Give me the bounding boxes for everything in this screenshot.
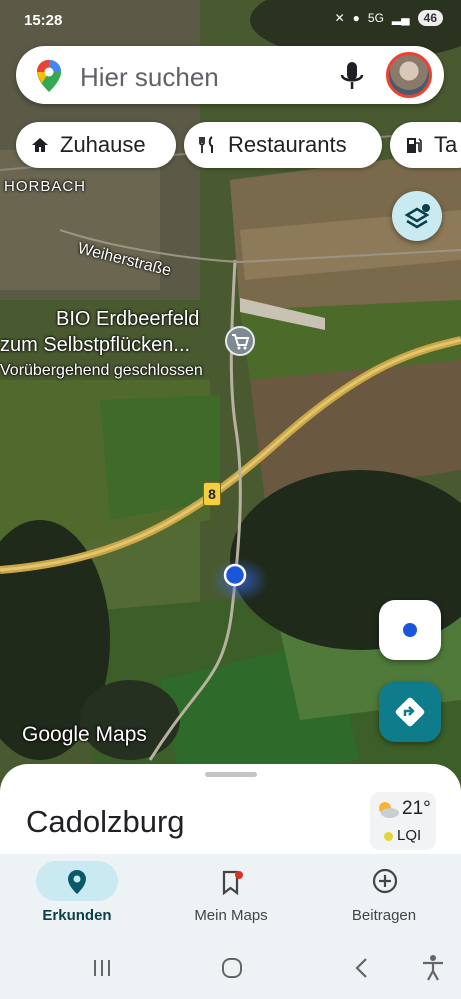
map-label-poi-name-line2[interactable]: zum Selbstpflücken... <box>0 334 190 357</box>
nav-explore-indicator <box>36 861 118 901</box>
search-bar[interactable]: Hier suchen <box>16 46 444 104</box>
status-time: 15:28 <box>24 12 63 29</box>
profile-avatar[interactable] <box>386 52 432 98</box>
air-quality-dot <box>384 832 393 841</box>
gas-station-icon <box>407 138 422 153</box>
chip-restaurants-label: Restaurants <box>228 132 347 157</box>
nav-contribute[interactable]: Beitragen <box>309 854 459 924</box>
map-label-village: HORBACH <box>4 178 87 195</box>
maps-pin-icon <box>37 60 61 92</box>
current-location-dot <box>223 563 247 587</box>
chip-restaurants[interactable]: Restaurants <box>184 122 382 168</box>
nav-my-maps-label: Mein Maps <box>194 907 268 924</box>
nav-contribute-label: Beitragen <box>351 907 417 924</box>
google-maps-watermark: Google Maps <box>22 723 147 746</box>
weather-temperature: 21° <box>402 798 431 819</box>
weather-card[interactable]: 21° LQI <box>370 792 436 850</box>
map-label-poi-name-line1[interactable]: BIO Erdbeerfeld <box>56 308 199 331</box>
search-input[interactable]: Hier suchen <box>80 62 219 93</box>
chip-home-label: Zuhause <box>60 132 146 157</box>
restaurant-icon <box>199 136 213 153</box>
map-label-poi-status: Vorübergehend geschlossen <box>0 362 203 379</box>
nav-explore[interactable]: Erkunden <box>2 854 152 924</box>
layers-button[interactable] <box>392 191 442 241</box>
status-bar: 15:28 ✕ ● 5G ▂▄ 46 <box>0 0 461 40</box>
air-quality-label: LQI <box>397 827 422 844</box>
system-navigation-bar <box>0 946 461 999</box>
bottom-navigation: Erkunden Mein Maps Beitragen <box>0 854 461 946</box>
accessibility-icon[interactable] <box>420 954 446 982</box>
directions-button[interactable] <box>379 682 441 742</box>
explore-pin-icon <box>68 870 86 894</box>
road-number-badge: 8 <box>203 482 221 506</box>
place-name: Cadolzburg <box>26 804 185 839</box>
home-button-icon[interactable] <box>220 956 244 980</box>
chip-home[interactable]: Zuhause <box>16 122 176 168</box>
layers-icon <box>404 204 430 229</box>
back-icon[interactable] <box>350 956 374 980</box>
nav-my-maps[interactable]: Mein Maps <box>156 854 306 924</box>
my-location-button[interactable] <box>379 600 441 660</box>
location-icon: ● <box>352 11 360 25</box>
home-icon <box>32 138 48 152</box>
my-location-icon <box>403 623 417 637</box>
signal-icon: ▂▄ <box>391 11 410 25</box>
network-label: 5G <box>367 11 384 25</box>
microphone-icon[interactable] <box>338 60 366 92</box>
partly-cloudy-icon <box>379 802 399 818</box>
recent-apps-icon[interactable] <box>90 956 114 980</box>
sheet-drag-handle[interactable] <box>205 772 257 777</box>
nav-explore-label: Erkunden <box>42 907 112 924</box>
chip-gas-station-label: Ta <box>434 132 458 157</box>
directions-icon <box>395 697 425 727</box>
shopping-cart-marker[interactable] <box>225 326 255 356</box>
chip-gas-station[interactable]: Ta <box>390 122 461 168</box>
add-circle-icon <box>372 868 398 894</box>
mute-icon: ✕ <box>334 11 345 25</box>
bookmark-icon <box>222 870 243 896</box>
battery-level: 46 <box>417 10 443 26</box>
